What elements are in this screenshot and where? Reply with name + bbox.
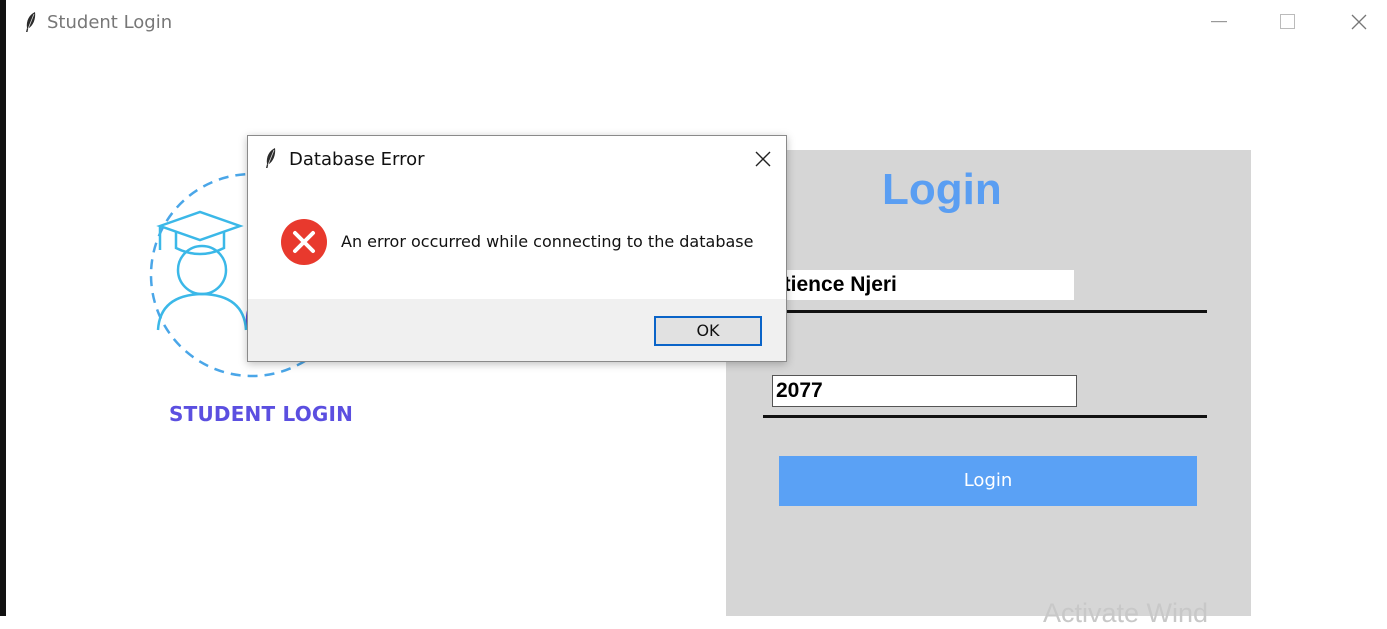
- dialog-title: Database Error: [289, 149, 425, 170]
- username-underline: [763, 310, 1207, 313]
- minimize-button[interactable]: [1184, 0, 1254, 44]
- login-button[interactable]: Login: [779, 456, 1197, 506]
- minimize-icon: [1211, 21, 1227, 23]
- username-field[interactable]: atience Njeri: [772, 270, 1074, 300]
- dialog-close-button[interactable]: [745, 142, 781, 176]
- window-titlebar: Student Login: [6, 0, 1387, 44]
- ok-button[interactable]: OK: [654, 316, 762, 346]
- student-login-label: STUDENT LOGIN: [169, 402, 354, 426]
- window-title: Student Login: [47, 12, 173, 33]
- error-dialog: Database Error An error occurred while c…: [247, 135, 787, 362]
- error-icon: [281, 219, 327, 265]
- feather-icon: [26, 12, 36, 32]
- feather-icon: [266, 148, 276, 168]
- activation-watermark: Activate Wind: [1043, 598, 1209, 628]
- maximize-button[interactable]: [1253, 0, 1323, 44]
- maximize-icon: [1280, 14, 1295, 29]
- close-button[interactable]: [1324, 0, 1387, 44]
- error-message: An error occurred while connecting to th…: [341, 232, 754, 251]
- close-icon: [755, 151, 771, 167]
- login-heading: Login: [882, 165, 1002, 214]
- password-field[interactable]: 2077: [772, 375, 1077, 407]
- password-underline: [763, 415, 1207, 418]
- close-icon: [1351, 14, 1367, 30]
